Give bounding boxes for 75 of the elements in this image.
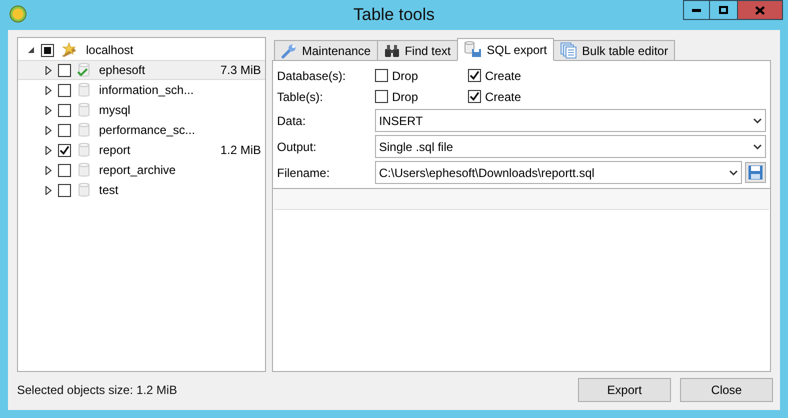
database-icon: [77, 102, 91, 118]
tree-item-label: ephesoft: [99, 62, 146, 79]
expand-arrow-icon[interactable]: [45, 146, 52, 154]
field-label: Filename:: [277, 164, 331, 182]
tree-item-label: performance_sc...: [99, 122, 196, 139]
dialog-button[interactable]: Close: [680, 378, 773, 402]
database-icon: [77, 122, 91, 138]
window-title: Table tools: [353, 4, 435, 26]
checkbox-label: Create: [485, 88, 522, 106]
tree-item[interactable]: report_archive: [18, 160, 265, 180]
dropdown[interactable]: C:\Users\ephesoft\Downloads\reportt.sql: [375, 161, 742, 184]
tab[interactable]: Maintenance: [274, 40, 378, 60]
checkbox[interactable]: [58, 84, 71, 96]
checkbox[interactable]: [468, 69, 481, 82]
field-label: Output:: [277, 138, 318, 156]
tree-item-label: report_archive: [99, 162, 176, 179]
tree-item[interactable]: ephesoft 7.3 MiB: [18, 60, 265, 80]
database-icon: [77, 62, 91, 78]
dialog-button[interactable]: Export: [578, 378, 671, 402]
database-save-icon: [464, 41, 482, 58]
database-icon: [77, 182, 91, 198]
tree-item-label[interactable]: localhost: [86, 41, 134, 59]
checkbox[interactable]: [41, 44, 54, 56]
server-icon: [60, 42, 78, 58]
option-label: Database(s):: [277, 68, 347, 84]
collapse-arrow-icon[interactable]: [28, 46, 35, 54]
checkbox[interactable]: [375, 69, 388, 82]
chevron-down-icon: [753, 118, 762, 124]
checkbox[interactable]: [58, 104, 71, 116]
database-icon: [77, 82, 91, 98]
expand-arrow-icon[interactable]: [45, 126, 52, 134]
status-text: Selected objects size: 1.2 MiB: [17, 382, 178, 399]
expand-arrow-icon[interactable]: [45, 66, 52, 74]
tab[interactable]: SQL export: [456, 38, 554, 61]
option-label: Table(s):: [277, 88, 324, 106]
database-icon: [77, 142, 91, 158]
tree-item[interactable]: information_sch...: [18, 80, 265, 100]
tree-item-label: mysql: [99, 102, 130, 119]
save-button[interactable]: [745, 162, 766, 183]
expand-arrow-icon[interactable]: [45, 86, 52, 94]
close-button[interactable]: [737, 0, 783, 20]
app-logo-icon: [9, 5, 27, 23]
expand-arrow-icon[interactable]: [45, 106, 52, 114]
dropdown[interactable]: Single .sql file: [375, 135, 766, 158]
checkbox[interactable]: [58, 144, 71, 156]
checkbox[interactable]: [375, 90, 388, 103]
checkbox-label: Create: [485, 68, 522, 84]
expand-arrow-icon[interactable]: [45, 166, 52, 174]
tab[interactable]: Bulk table editor: [553, 40, 676, 60]
size-label: 7.3 MiB: [220, 62, 261, 79]
tree-item[interactable]: mysql: [18, 100, 265, 120]
database-icon: [77, 162, 91, 178]
tree-item-label: test: [99, 182, 118, 199]
chevron-down-icon: [729, 170, 738, 176]
minimize-button[interactable]: [683, 0, 710, 20]
expand-arrow-icon[interactable]: [45, 186, 52, 194]
tree-item[interactable]: performance_sc...: [18, 120, 265, 140]
chevron-down-icon: [753, 144, 762, 150]
binoculars-icon: [384, 44, 400, 58]
tree-item[interactable]: report 1.2 MiB: [18, 140, 265, 160]
size-label: 1.2 MiB: [220, 142, 261, 159]
checkbox[interactable]: [58, 184, 71, 196]
checkbox[interactable]: [58, 124, 71, 136]
checkbox-label: Drop: [392, 68, 418, 84]
tree-item-label: report: [99, 142, 130, 159]
checkbox-label: Drop: [392, 88, 418, 106]
checkbox[interactable]: [58, 164, 71, 176]
field-label: Data:: [277, 112, 307, 130]
tab[interactable]: Find text: [376, 40, 458, 60]
tree-item[interactable]: test: [18, 180, 265, 200]
close-icon: [755, 6, 765, 14]
checkbox[interactable]: [468, 90, 481, 103]
tree-item-label: information_sch...: [99, 82, 194, 99]
checkbox[interactable]: [58, 64, 71, 76]
dropdown[interactable]: INSERT: [375, 109, 766, 132]
